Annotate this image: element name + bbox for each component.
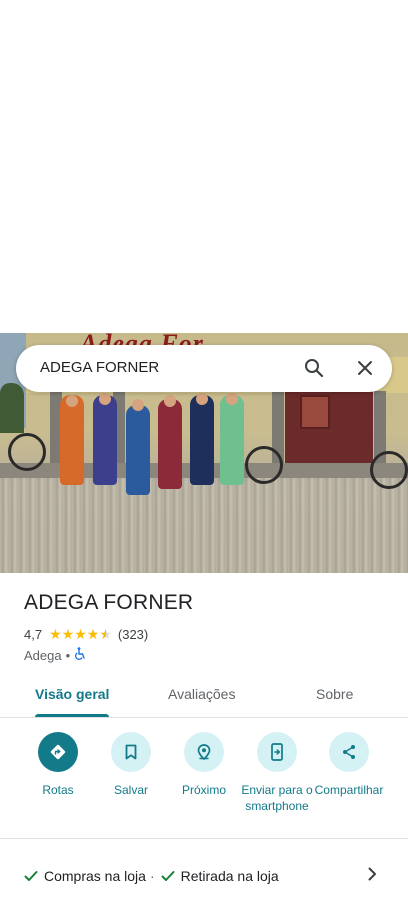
star-icon: ★ <box>86 626 100 642</box>
service-in-store-pickup: Retirada na loja <box>180 868 279 884</box>
save-button[interactable]: Salvar <box>91 732 171 798</box>
share-icon <box>329 732 369 772</box>
send-to-phone-label: Enviar para o smartphone <box>241 783 313 813</box>
star-icon: ★ <box>74 626 87 642</box>
rating-row[interactable]: 4,7 ★ ★ ★ ★ ★ (323) <box>24 626 148 642</box>
rating-stars: ★ ★ ★ ★ ★ <box>49 627 112 641</box>
share-label: Compartilhar <box>314 783 384 797</box>
section-divider <box>0 838 408 839</box>
half-star-icon: ★ <box>99 626 112 642</box>
bookmark-icon <box>111 732 151 772</box>
place-title: ADEGA FORNER <box>24 591 194 614</box>
service-in-store-shopping: Compras na loja <box>44 868 146 884</box>
place-category: Adega <box>24 647 62 663</box>
map-blank-area <box>0 0 408 333</box>
star-icon: ★ <box>61 626 75 642</box>
service-separator: · <box>149 868 155 884</box>
search-icon[interactable] <box>302 356 326 380</box>
rating-value: 4,7 <box>24 626 43 642</box>
nearby-label: Próximo <box>181 783 226 797</box>
directions-icon <box>38 732 78 772</box>
wheelchair-icon <box>74 647 86 663</box>
service-options[interactable]: Compras na loja · Retirada na loja <box>24 868 279 884</box>
tab-about[interactable]: Sobre <box>316 686 353 702</box>
check-icon <box>161 870 175 882</box>
tab-bar: Visão geral Avaliações Sobre <box>0 676 408 718</box>
action-buttons: Rotas Salvar Próximo Enviar para o smart… <box>0 732 408 832</box>
directions-button[interactable]: Rotas <box>18 732 98 798</box>
share-button[interactable]: Compartilhar <box>309 732 389 798</box>
close-icon[interactable] <box>353 356 377 380</box>
star-icon: ★ <box>49 626 62 642</box>
chevron-right-icon[interactable] <box>364 864 380 884</box>
send-to-phone-button[interactable]: Enviar para o smartphone <box>237 732 317 814</box>
tab-reviews[interactable]: Avaliações <box>168 686 235 702</box>
category-row: Adega • <box>24 647 86 663</box>
send-to-phone-icon <box>257 732 297 772</box>
save-label: Salvar <box>113 783 148 797</box>
nearby-button[interactable]: Próximo <box>164 732 244 798</box>
check-icon <box>24 870 38 882</box>
nearby-icon <box>184 732 224 772</box>
active-tab-indicator <box>35 714 109 717</box>
tab-overview[interactable]: Visão geral <box>35 686 109 702</box>
category-separator: • <box>65 647 71 663</box>
review-count[interactable]: (323) <box>118 627 148 642</box>
search-bar[interactable]: ADEGA FORNER <box>16 345 392 392</box>
search-query[interactable]: ADEGA FORNER <box>40 359 159 376</box>
directions-label: Rotas <box>42 783 74 797</box>
